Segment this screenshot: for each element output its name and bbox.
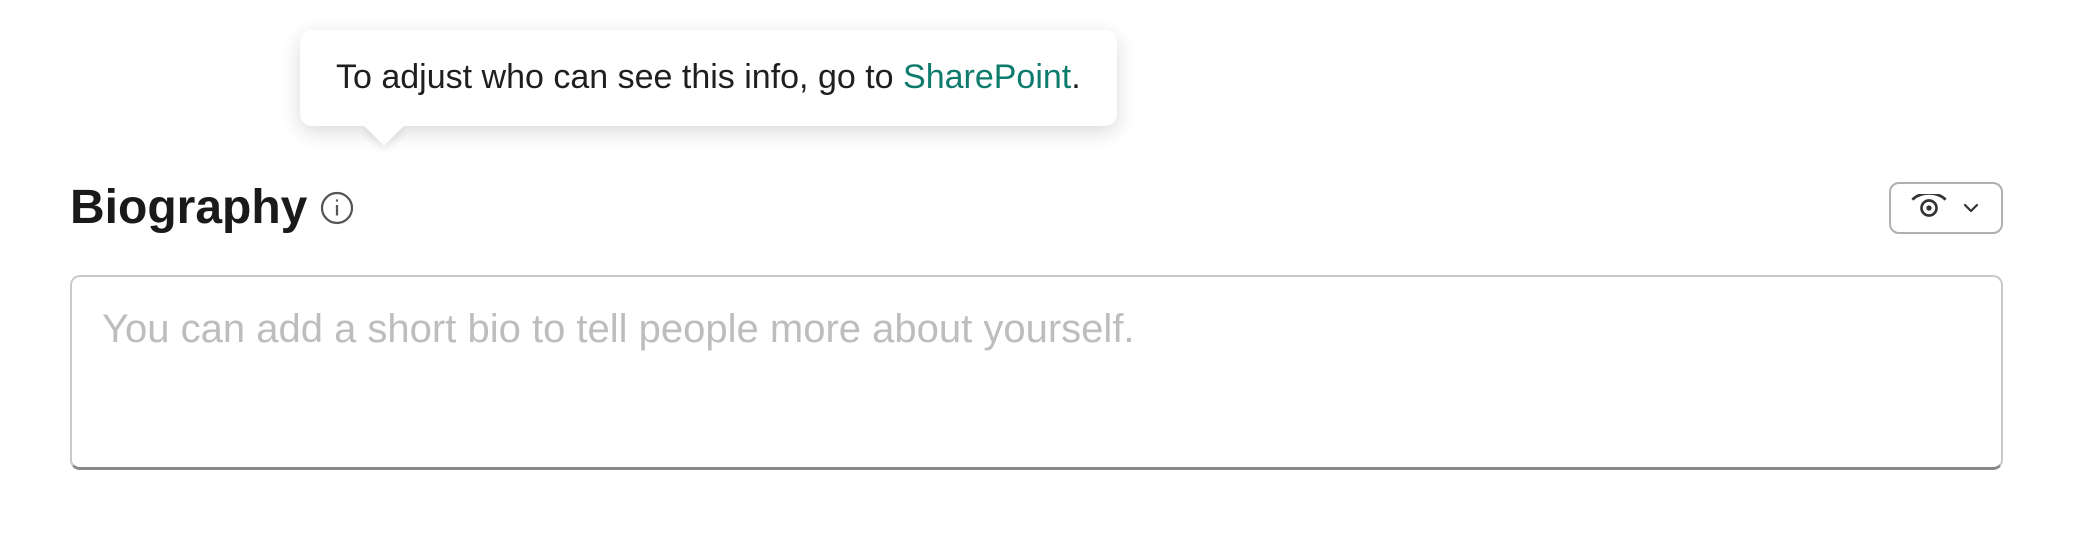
tooltip-text-prefix: To adjust who can see this info, go to (336, 58, 903, 96)
tooltip-sharepoint-link[interactable]: SharePoint (903, 58, 1071, 96)
visibility-dropdown-button[interactable] (1889, 182, 2003, 234)
section-header: Biography (70, 180, 2003, 235)
info-tooltip: To adjust who can see this info, go to S… (300, 30, 1117, 126)
chevron-down-icon (1959, 196, 1983, 220)
section-title: Biography (70, 180, 307, 235)
tooltip-text-suffix: . (1071, 58, 1080, 96)
info-icon[interactable] (319, 190, 355, 226)
biography-input[interactable] (70, 275, 2003, 470)
eye-icon (1909, 194, 1949, 222)
title-group: Biography (70, 180, 355, 235)
tooltip-beak (364, 106, 404, 146)
